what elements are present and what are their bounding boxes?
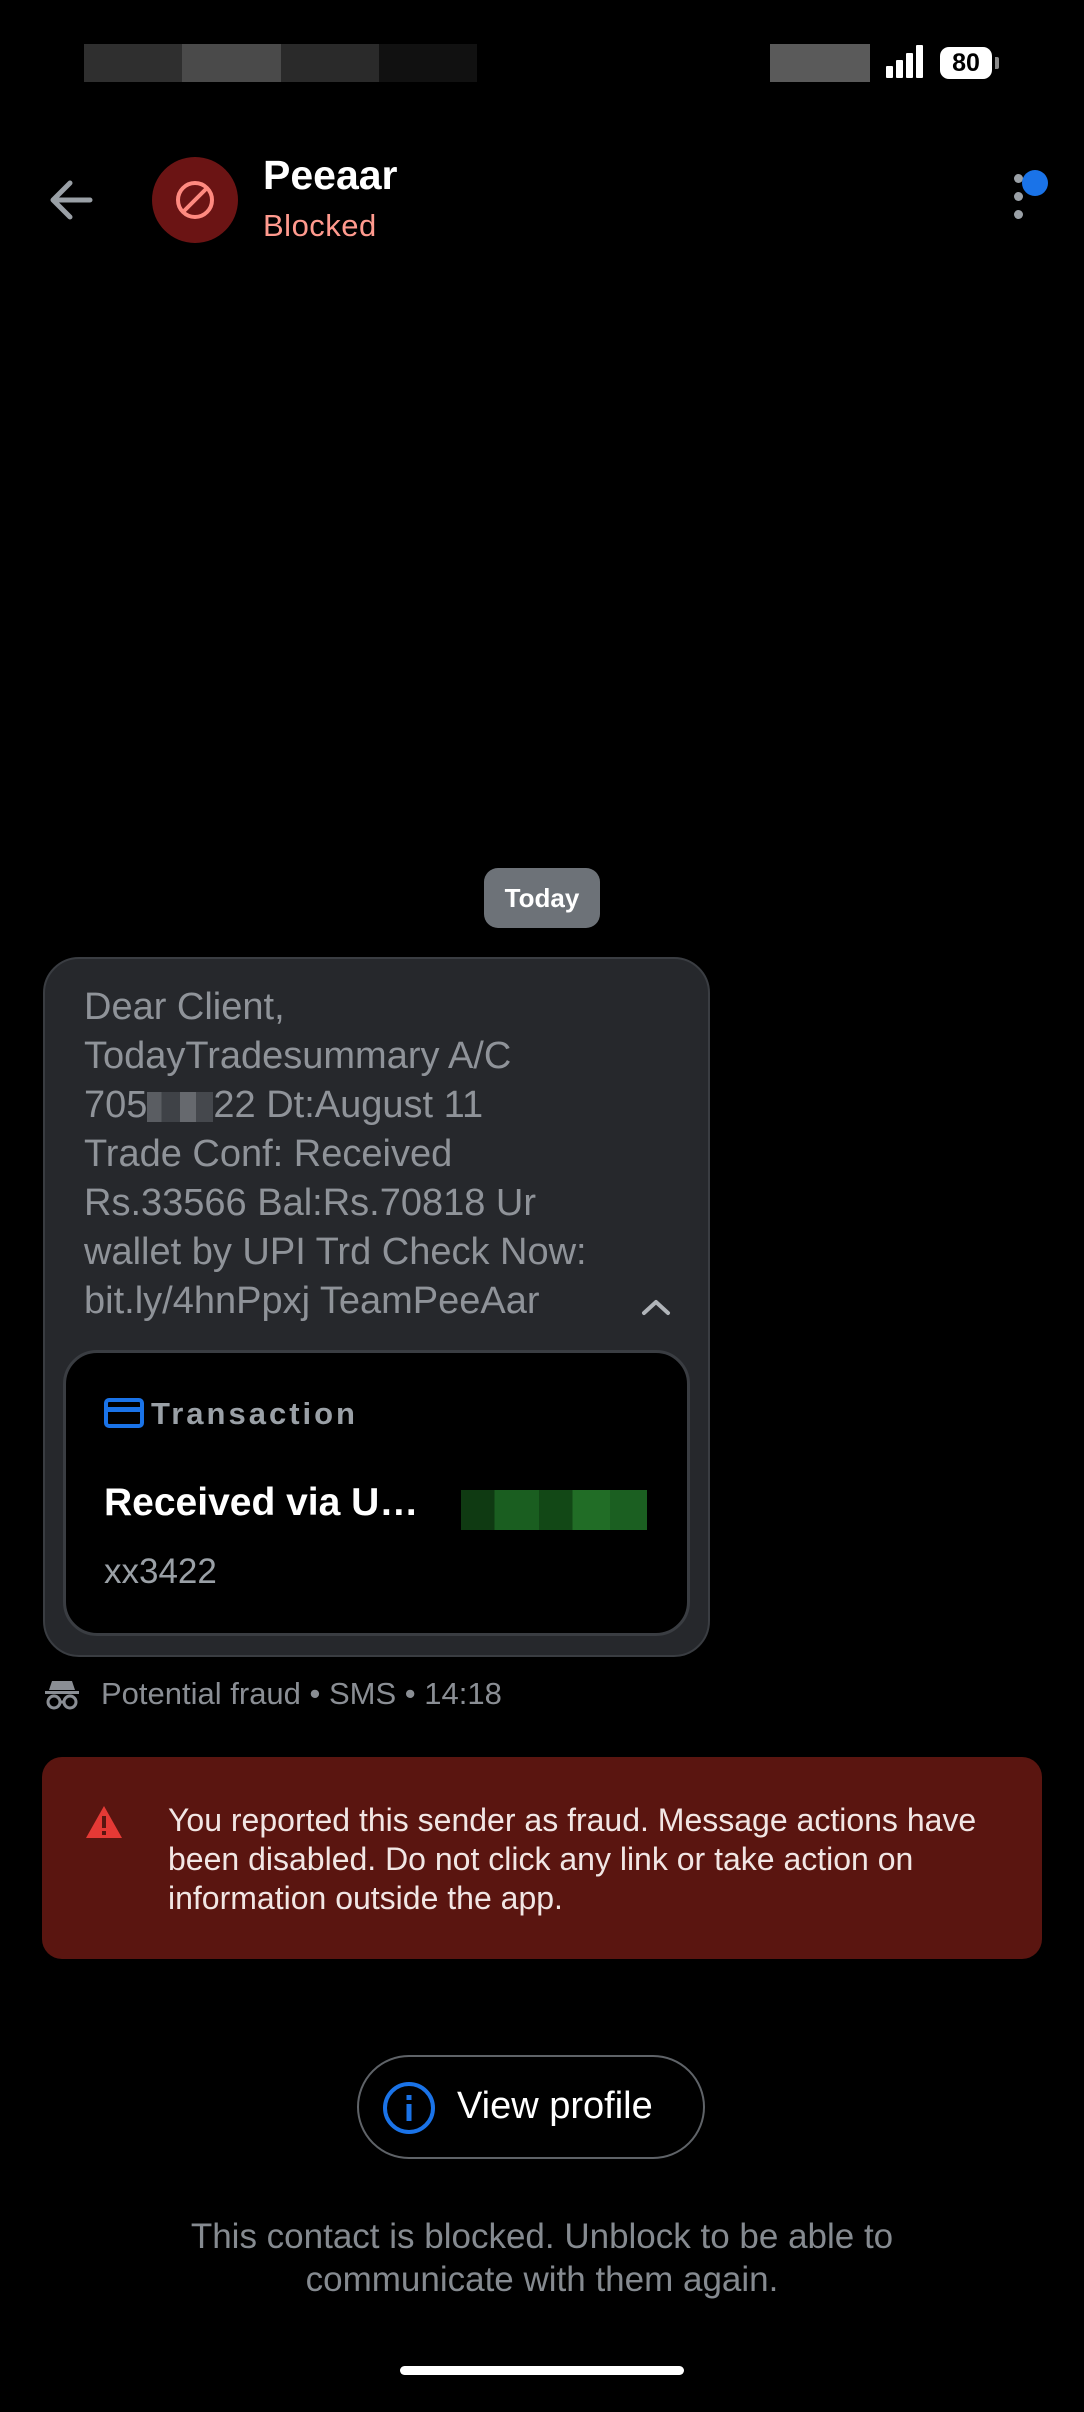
chevron-up-icon — [642, 1300, 670, 1315]
arrow-back-icon — [50, 180, 93, 220]
message-line: Dear Client, — [84, 986, 285, 1028]
blocked-icon — [176, 181, 214, 219]
transaction-account: xx3422 — [104, 1552, 217, 1591]
message-meta: Potential fraud • SMS • 14:18 — [101, 1676, 502, 1711]
battery-icon: 80 — [940, 47, 992, 79]
more-vert-icon — [1014, 192, 1023, 201]
transaction-label: Transaction — [151, 1396, 358, 1431]
more-vert-icon — [1014, 210, 1023, 219]
spy-icon — [44, 1677, 80, 1711]
message-text[interactable]: Dear Client, TodayTradesummary A/C 705 22… — [84, 983, 664, 1326]
notification-dot — [1022, 170, 1048, 196]
status-redacted-notifications — [379, 44, 477, 82]
status-redacted-notifications — [281, 44, 379, 82]
message-line-part: 22 Dt:August 11 — [213, 1084, 484, 1126]
contact-status: Blocked — [263, 208, 377, 243]
blocked-note: This contact is blocked. Unblock to be a… — [190, 2217, 894, 2299]
date-chip: Today — [484, 868, 600, 928]
credit-card-icon — [104, 1398, 144, 1428]
avatar[interactable] — [152, 157, 238, 243]
home-indicator[interactable] — [400, 2366, 684, 2375]
view-profile-label: View profile — [457, 2085, 653, 2127]
message-line: Rs.33566 Bal:Rs.70818 Ur — [84, 1182, 537, 1224]
message-line-part: 705 — [84, 1084, 148, 1126]
message-line: bit.ly/4hnPpxj TeamPeeAar — [84, 1280, 540, 1322]
status-redacted-icons — [770, 44, 870, 82]
redacted-amount — [461, 1490, 647, 1530]
transaction-title: Received via U… — [104, 1481, 419, 1524]
contact-name[interactable]: Peeaar — [263, 152, 398, 199]
info-icon — [381, 2080, 437, 2136]
message-line: Trade Conf: Received — [84, 1133, 453, 1175]
signal-icon — [886, 44, 926, 78]
message-line: 705 22 Dt:August 11 — [84, 1081, 664, 1130]
message-line: TodayTradesummary A/C — [84, 1035, 512, 1077]
status-redacted-notifications — [84, 44, 184, 82]
redacted-account — [147, 1091, 214, 1122]
status-redacted-notifications — [182, 44, 282, 82]
back-button[interactable] — [44, 170, 104, 230]
message-line: wallet by UPI Trd Check Now: — [84, 1231, 587, 1273]
warning-text: You reported this sender as fraud. Messa… — [168, 1802, 977, 1916]
warning-triangle-icon — [84, 1804, 124, 1840]
collapse-button[interactable] — [636, 1292, 676, 1322]
battery-tip — [995, 57, 999, 69]
